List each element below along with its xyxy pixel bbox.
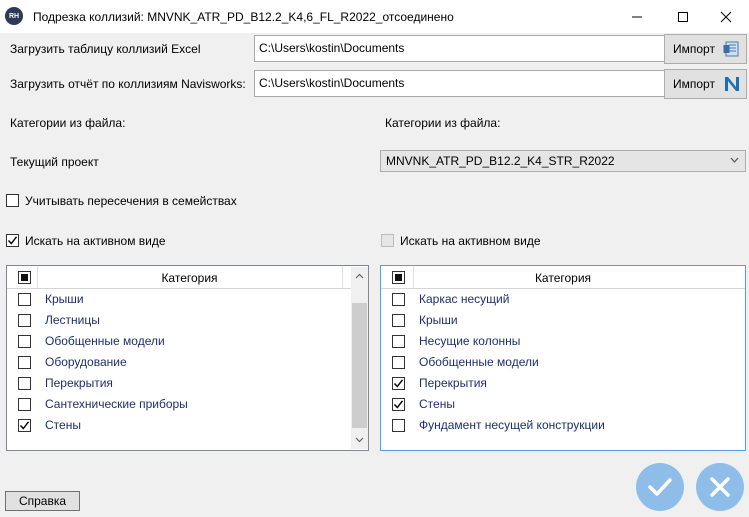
help-button[interactable]: Справка (5, 491, 80, 511)
right-item-label: Несущие колонны (419, 334, 521, 348)
left-item-checkbox[interactable] (18, 398, 31, 411)
left-item-checkbox[interactable] (18, 356, 31, 369)
project-select-value: MNVNK_ATR_PD_B12.2_K4_STR_R2022 (386, 154, 615, 168)
left-category-list: Категория Крыши Лестницы Обобщенные модели… (6, 265, 369, 451)
right-item-label: Обобщенные модели (419, 355, 539, 369)
list-item[interactable]: Каркас несущий (381, 289, 745, 310)
check-icon (648, 478, 672, 496)
cancel-icon (710, 477, 730, 497)
left-item-label: Оборудование (45, 355, 127, 369)
excel-path-field[interactable]: C:\Users\kostin\Documents (254, 35, 665, 62)
left-scrollbar[interactable] (351, 267, 368, 449)
list-item[interactable]: Сантехнические приборы (7, 394, 368, 415)
close-icon (720, 11, 732, 22)
left-scrollbar-thumb[interactable] (352, 303, 367, 428)
list-item[interactable]: Крыши (381, 310, 745, 331)
right-item-label: Перекрытия (419, 376, 487, 390)
left-active-view-checkbox[interactable] (6, 234, 19, 247)
left-category-rows: Крыши Лестницы Обобщенные модели Оборудован… (7, 289, 368, 436)
right-item-checkbox[interactable] (392, 398, 405, 411)
excel-icon (723, 41, 739, 57)
right-item-checkbox[interactable] (392, 314, 405, 327)
right-category-header: Категория (381, 266, 745, 289)
right-item-checkbox[interactable] (392, 377, 405, 390)
left-item-label: Лестницы (45, 313, 100, 327)
right-item-label: Фундамент несущей конструкции (419, 418, 605, 432)
right-item-checkbox[interactable] (392, 335, 405, 348)
right-category-header-label: Категория (534, 271, 592, 285)
excel-import-button[interactable]: Импорт (664, 34, 747, 64)
list-item[interactable]: Перекрытия (7, 373, 368, 394)
minimize-icon (632, 16, 642, 17)
left-item-checkbox[interactable] (18, 419, 31, 432)
list-item[interactable]: Фундамент несущей конструкции (381, 415, 745, 436)
right-item-label: Каркас несущий (419, 292, 510, 306)
families-checkbox-label: Учитывать пересечения в семействах (25, 194, 237, 208)
project-select[interactable]: MNVNK_ATR_PD_B12.2_K4_STR_R2022 (380, 150, 746, 172)
list-item[interactable]: Крыши (7, 289, 368, 310)
left-category-header-label: Категория (161, 271, 218, 285)
checkmark-icon (393, 379, 404, 388)
left-item-checkbox[interactable] (18, 377, 31, 390)
right-category-list: Категория Каркас несущий Крыши Несущие кол… (380, 265, 746, 451)
list-item[interactable]: Несущие колонны (381, 331, 745, 352)
left-item-label: Перекрытия (45, 376, 113, 390)
cancel-button[interactable] (696, 463, 744, 511)
chevron-down-icon (730, 157, 739, 163)
maximize-icon (678, 11, 688, 22)
list-item[interactable]: Перекрытия (381, 373, 745, 394)
excel-label: Загрузить таблицу коллизий Excel (10, 42, 201, 56)
list-item[interactable]: Лестницы (7, 310, 368, 331)
checkmark-icon (19, 421, 30, 430)
checkmark-icon (393, 400, 404, 409)
right-active-view-label: Искать на активном виде (400, 234, 541, 248)
list-item[interactable]: Обобщенные модели (7, 331, 368, 352)
navisworks-import-label: Импорт (673, 77, 715, 91)
left-category-header: Категория (7, 266, 368, 289)
left-item-label: Крыши (45, 292, 84, 306)
families-checkbox[interactable] (6, 194, 19, 207)
navisworks-import-button[interactable]: Импорт (664, 69, 747, 99)
maximize-button[interactable] (660, 0, 706, 33)
scroll-up-icon[interactable] (355, 273, 364, 279)
excel-import-label: Импорт (673, 42, 715, 56)
close-button[interactable] (703, 0, 749, 33)
left-active-view-label: Искать на активном виде (25, 234, 166, 248)
left-item-label: Стены (45, 418, 81, 432)
right-item-checkbox[interactable] (392, 419, 405, 432)
right-item-label: Крыши (419, 313, 458, 327)
ok-button[interactable] (636, 463, 684, 511)
right-select-all-checkbox[interactable] (392, 271, 405, 284)
checkmark-icon (7, 236, 18, 245)
right-item-checkbox[interactable] (392, 293, 405, 306)
list-item[interactable]: Оборудование (7, 352, 368, 373)
app-logo: RH (5, 7, 23, 25)
right-categories-label: Категории из файла: (385, 116, 501, 130)
current-project-label: Текущий проект (10, 155, 99, 169)
left-item-checkbox[interactable] (18, 293, 31, 306)
left-categories-label: Категории из файла: (10, 116, 126, 130)
list-item[interactable]: Стены (7, 415, 368, 436)
navisworks-icon (724, 77, 739, 91)
right-active-view-checkbox[interactable] (381, 234, 394, 247)
list-item[interactable]: Стены (381, 394, 745, 415)
navisworks-label: Загрузить отчёт по коллизиям Navisworks: (10, 77, 246, 91)
list-item[interactable]: Обобщенные модели (381, 352, 745, 373)
left-item-label: Сантехнические приборы (45, 397, 188, 411)
left-select-all-checkbox[interactable] (18, 271, 31, 284)
right-category-rows: Каркас несущий Крыши Несущие колонны Обобще… (381, 289, 745, 436)
title-bar: RH Подрезка коллизий: MNVNK_ATR_PD_B12.2… (0, 0, 749, 33)
left-item-label: Обобщенные модели (45, 334, 165, 348)
right-item-label: Стены (419, 397, 455, 411)
scroll-down-icon[interactable] (355, 437, 364, 443)
window-title: Подрезка коллизий: MNVNK_ATR_PD_B12.2_K4… (33, 10, 454, 24)
left-item-checkbox[interactable] (18, 335, 31, 348)
right-item-checkbox[interactable] (392, 356, 405, 369)
navisworks-path-field[interactable]: C:\Users\kostin\Documents (254, 70, 665, 97)
minimize-button[interactable] (614, 0, 660, 33)
left-item-checkbox[interactable] (18, 314, 31, 327)
